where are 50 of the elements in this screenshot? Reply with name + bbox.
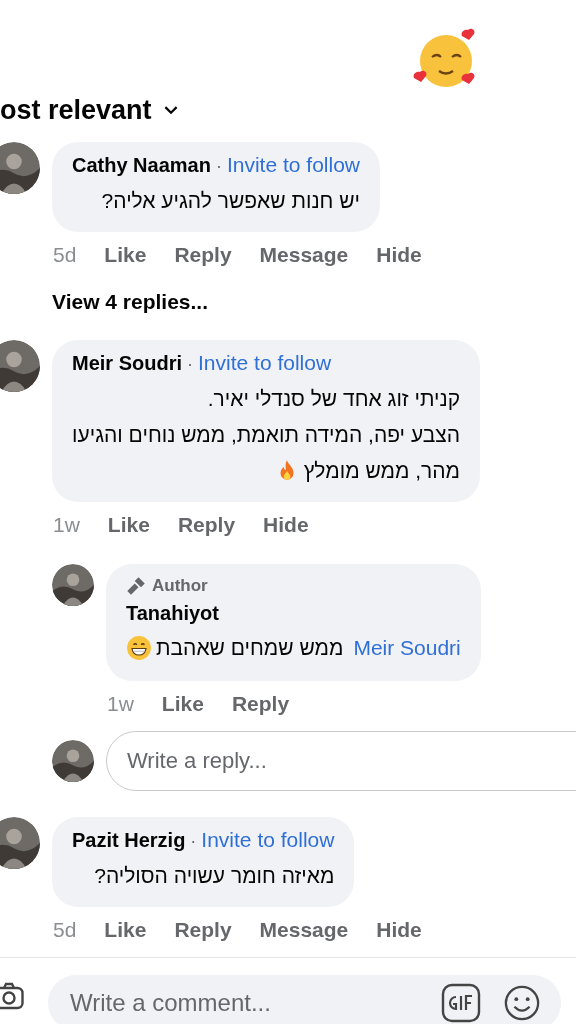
comment-text: מאיזה חומר עשויה הסוליה? xyxy=(94,863,335,889)
action-link[interactable]: Reply xyxy=(177,513,236,537)
view-replies-link[interactable]: View 4 replies... xyxy=(52,290,576,314)
author-name[interactable]: Pazit Herzig xyxy=(72,829,186,852)
action-link[interactable]: Message xyxy=(259,243,349,267)
invite-link[interactable]: Invite to follow xyxy=(226,153,360,177)
action-link[interactable]: Reply xyxy=(174,918,232,942)
avatar xyxy=(0,142,40,194)
action-link[interactable]: Reply xyxy=(174,243,232,267)
avatar xyxy=(52,564,94,606)
reply-field[interactable]: Write a reply... xyxy=(106,731,576,791)
avatar xyxy=(0,340,40,392)
author-name[interactable]: Cathy Naaman xyxy=(72,154,211,177)
comment-text: יש חנות שאפשר להגיע אליה? xyxy=(101,188,360,214)
author-name[interactable]: Meir Soudri xyxy=(72,352,182,375)
author-name[interactable]: Tanahiyot xyxy=(126,598,219,628)
camera-icon xyxy=(0,982,24,1010)
action-link[interactable]: Hide xyxy=(376,918,422,942)
chevron-down-icon xyxy=(163,105,178,115)
separator-dot: · xyxy=(187,354,193,375)
smiley-icon xyxy=(503,984,541,1022)
avatar xyxy=(52,740,94,782)
gif-icon xyxy=(441,983,481,1023)
action-link[interactable]: Like xyxy=(107,513,150,537)
action-link[interactable]: Hide xyxy=(263,513,309,537)
invite-link[interactable]: Invite to follow xyxy=(198,351,332,375)
timestamp: 5d xyxy=(53,243,77,267)
comment-text: קניתי זוג אחד של סנדלי יאיר. xyxy=(207,386,461,412)
mention-link[interactable]: Meir Soudri xyxy=(353,628,461,668)
timestamp: 1w xyxy=(53,513,80,537)
comment-text: הצבע יפה, המידה תואמת, ממש נוחים והגיעו xyxy=(72,422,461,448)
author-label: Author xyxy=(152,576,208,596)
comment-text: מהר, ממש מומלץ xyxy=(303,458,461,484)
action-link[interactable]: Like xyxy=(104,918,147,942)
action-link[interactable]: Like xyxy=(161,692,204,716)
avatar xyxy=(0,817,40,869)
invite-link[interactable]: Invite to follow xyxy=(201,828,335,852)
reply-text: ממש שמחים שאהבת xyxy=(156,635,344,661)
action-link[interactable]: Hide xyxy=(376,243,422,267)
comment-input[interactable]: Write a comment... xyxy=(68,988,419,1018)
timestamp: 5d xyxy=(53,918,77,942)
timestamp: 1w xyxy=(107,692,134,716)
microphone-icon xyxy=(126,576,146,596)
action-link[interactable]: Reply xyxy=(231,692,290,716)
separator-dot: · xyxy=(215,156,222,177)
sort-dropdown[interactable]: ost relevant xyxy=(0,92,178,128)
action-link[interactable]: Like xyxy=(104,243,147,267)
action-link[interactable]: Message xyxy=(259,918,349,942)
separator-dot: · xyxy=(190,831,197,852)
comment-field[interactable]: Write a comment... xyxy=(48,975,561,1024)
